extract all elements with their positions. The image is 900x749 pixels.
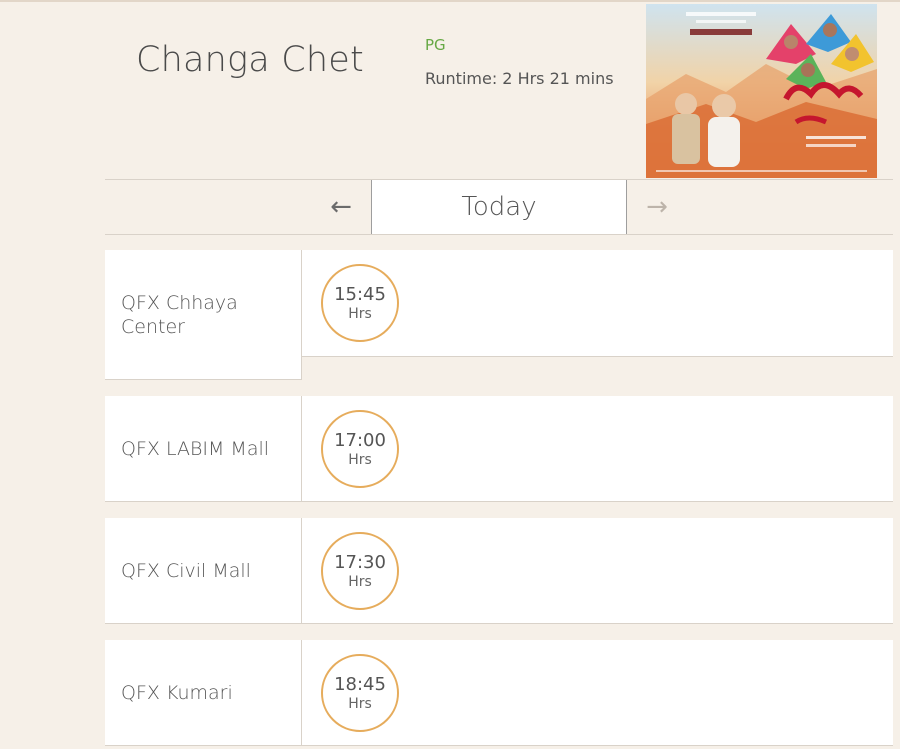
current-date-label: Today [371, 180, 627, 234]
showtime-list: 15:45 Hrs [302, 250, 893, 357]
showtime-unit: Hrs [348, 695, 372, 712]
arrow-right-icon[interactable]: → [627, 180, 687, 234]
showtime-time: 17:30 [334, 551, 386, 573]
showtime-button[interactable]: 17:30 Hrs [321, 532, 399, 610]
showtime-button[interactable]: 15:45 Hrs [321, 264, 399, 342]
showtime-time: 15:45 [334, 283, 386, 305]
showtime-unit: Hrs [348, 305, 372, 322]
showtime-list: 17:30 Hrs [302, 518, 893, 624]
showtime-button[interactable]: 18:45 Hrs [321, 654, 399, 732]
cinema-name: QFX Kumari [105, 640, 302, 746]
showtime-list: 18:45 Hrs [302, 640, 893, 746]
showtime-unit: Hrs [348, 451, 372, 468]
showtimes-page: Changa Chet PG Runtime: 2 Hrs 21 mins ← … [0, 0, 900, 749]
movie-title: Changa Chet [136, 40, 364, 80]
showtime-time: 18:45 [334, 673, 386, 695]
arrow-left-icon[interactable]: ← [311, 180, 371, 234]
cinema-name: QFX Chhaya Center [105, 250, 302, 380]
cinema-name: QFX Civil Mall [105, 518, 302, 624]
showtime-list: 17:00 Hrs [302, 396, 893, 502]
runtime-text: Runtime: 2 Hrs 21 mins [425, 69, 614, 88]
rating-badge: PG [425, 36, 446, 54]
showtime-button[interactable]: 17:00 Hrs [321, 410, 399, 488]
showtime-time: 17:00 [334, 429, 386, 451]
showtime-unit: Hrs [348, 573, 372, 590]
date-navigation: ← Today → [105, 179, 893, 235]
movie-poster [646, 4, 877, 178]
cinema-name: QFX LABIM Mall [105, 396, 302, 502]
